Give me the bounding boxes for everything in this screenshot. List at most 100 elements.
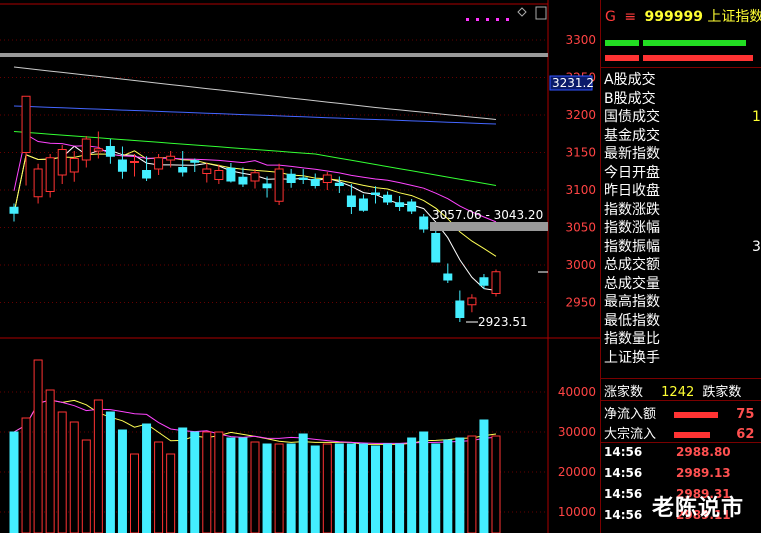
volume-bar xyxy=(467,435,477,533)
candle-body xyxy=(491,271,501,294)
volume-bar xyxy=(81,439,91,533)
field-row: 指数量比 xyxy=(604,331,660,347)
market-letter: G xyxy=(605,9,616,25)
candle-body xyxy=(407,201,417,212)
field-row: A股成交 xyxy=(604,72,656,88)
sell-strength-bar-2 xyxy=(643,55,753,61)
candle-body xyxy=(419,216,429,230)
field-row: 上证换手 xyxy=(604,349,660,366)
volume-bar xyxy=(310,445,320,533)
price-tick-label: 3100 xyxy=(565,183,596,197)
candle-body xyxy=(286,173,296,183)
volume-bar xyxy=(117,429,127,533)
candle-body xyxy=(310,179,320,186)
index-header[interactable]: G ≡ 999999 上证指数 xyxy=(605,6,761,26)
volume-bar xyxy=(383,443,393,533)
tick-time: 14:56 xyxy=(604,487,643,501)
volume-bar xyxy=(154,441,164,533)
top-grey-band xyxy=(0,53,548,57)
volume-bar xyxy=(105,411,115,533)
tick-row: 14:56 2988.80 xyxy=(604,445,731,459)
candle-body xyxy=(105,146,115,157)
volume-bar xyxy=(479,419,489,533)
field-row: 总成交量 xyxy=(604,275,660,292)
candlesticks xyxy=(9,95,501,322)
candle-body xyxy=(298,177,308,180)
volume-tick-label: 30000 xyxy=(558,425,596,439)
candle-body xyxy=(479,277,489,286)
field-row: 总成交额 xyxy=(604,257,660,273)
candle-body xyxy=(81,138,91,161)
volume-bar xyxy=(69,421,79,533)
divider xyxy=(601,400,761,401)
volume-bar xyxy=(166,453,176,533)
candle-body xyxy=(346,195,356,207)
volume-bar xyxy=(9,431,19,533)
volume-bar xyxy=(178,427,188,533)
candle-body xyxy=(166,155,176,161)
candle-body xyxy=(226,167,236,182)
moving-average-lines xyxy=(13,66,497,445)
volume-bar xyxy=(395,443,405,533)
volume-bars xyxy=(9,359,501,533)
volume-bar xyxy=(226,437,236,533)
watermark: 老陈说市 xyxy=(652,496,745,521)
candle-body xyxy=(371,192,380,195)
volume-bar xyxy=(21,417,31,533)
candle-body xyxy=(238,176,248,185)
volume-bar xyxy=(202,431,212,533)
menu-icon[interactable]: ≡ xyxy=(624,9,636,25)
field-row: 指数涨幅 xyxy=(604,220,660,236)
candle-body xyxy=(214,170,224,180)
quote-panel: G ≡ 999999 上证指数 A股成交 B股成交 国债成交 1 基金成交 最新指数 今日开… xyxy=(600,0,761,533)
field-row: 指数振幅 xyxy=(604,238,660,255)
kline-chart[interactable]: 3300325032003150310030503000295040000300… xyxy=(0,0,600,533)
candle-body xyxy=(45,157,55,192)
candle-body xyxy=(154,157,164,170)
volume-bar xyxy=(322,443,332,533)
field-row: 今日开盘 xyxy=(604,164,660,181)
buy-strength-bar xyxy=(605,40,639,46)
field-value: 3 xyxy=(752,238,761,255)
volume-bar xyxy=(274,443,284,533)
diamond-icon xyxy=(517,7,527,17)
candle-body xyxy=(33,168,43,198)
buy-strength-bar-2 xyxy=(643,40,746,46)
axis-ticks: 3300325032003150310030503000295040000300… xyxy=(549,33,596,519)
volume-bar xyxy=(407,437,417,533)
price-tick-label: 3000 xyxy=(565,258,596,272)
volume-bar xyxy=(214,431,224,533)
volume-bar xyxy=(93,399,103,533)
net-inflow-bar xyxy=(674,411,719,418)
net-inflow: 净流入额 75 xyxy=(604,407,755,422)
price-tick-label: 3050 xyxy=(565,221,596,235)
price-tick-label: 3300 xyxy=(565,33,596,47)
volume-bar xyxy=(57,411,67,533)
index-name: 上证指数 xyxy=(707,9,761,25)
candle-body xyxy=(202,168,212,174)
scroll-icon xyxy=(535,6,547,20)
candle-body xyxy=(383,194,393,203)
field-row: 最高指数 xyxy=(604,294,660,310)
tick-price: 2988.80 xyxy=(676,445,731,459)
candle-body xyxy=(142,170,152,179)
period-dot xyxy=(476,18,479,21)
candle-body xyxy=(93,148,103,152)
candle-body xyxy=(57,149,67,176)
field-row: 昨日收盘 xyxy=(604,183,660,199)
range-band xyxy=(430,222,548,231)
volume-bar xyxy=(130,453,139,533)
candle-body xyxy=(69,158,79,173)
candle-body xyxy=(262,183,272,189)
volume-bar xyxy=(142,423,152,533)
price-tick-label: 3150 xyxy=(565,146,596,160)
volume-bar xyxy=(190,431,200,533)
last-price-tag-text: 3231.2 xyxy=(552,76,594,90)
volume-bar xyxy=(334,443,344,533)
tick-price: 2989.13 xyxy=(676,466,731,480)
tick-time: 14:56 xyxy=(604,466,643,480)
candle-body xyxy=(467,297,477,306)
high-range-label: 3057.06 - 3043.20 xyxy=(432,208,543,222)
volume-bar xyxy=(443,439,453,533)
ma120-line xyxy=(13,105,497,125)
